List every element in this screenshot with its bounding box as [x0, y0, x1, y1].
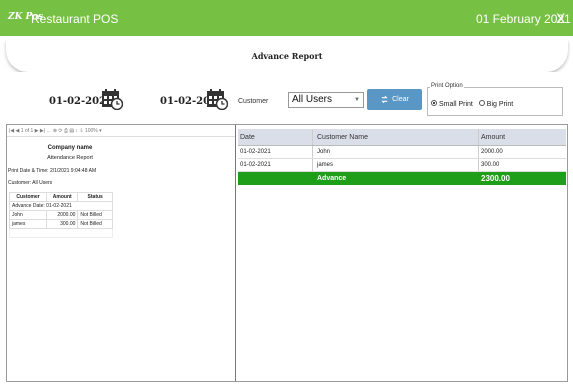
page-title: Advance Report — [251, 51, 323, 61]
page-header: Advance Report — [6, 40, 568, 72]
close-icon[interactable]: X — [556, 10, 565, 26]
calendar-icon[interactable] — [101, 88, 123, 110]
customer-label: Customer — [238, 98, 269, 105]
report-table: Customer Amount Status Advance Date: 01-… — [8, 192, 113, 238]
total-label: Advance — [317, 175, 347, 182]
clear-button-label: Clear — [392, 96, 409, 103]
column-header: Customer — [8, 192, 48, 202]
total-value: 2300.00 — [481, 174, 510, 183]
cell-customer: John — [8, 210, 48, 220]
small-print-label: Small Print — [439, 101, 473, 108]
table-row[interactable]: 01-02-2021 John 2000.00 — [238, 146, 566, 159]
title-bar: ZK Pos Restaurant POS 01 February 2021 X — [0, 0, 573, 36]
total-row: Advance 2300.00 — [238, 172, 566, 185]
blank-row — [9, 228, 113, 238]
column-header: Amount — [46, 192, 79, 202]
customer-select-value: All Users — [292, 94, 333, 105]
big-print-label: Big Print — [486, 101, 514, 108]
grid-header-amount[interactable]: Amount — [479, 129, 566, 145]
grid-header-date[interactable]: Date — [238, 129, 313, 145]
company-name: Company name — [47, 145, 93, 151]
small-print-radio[interactable] — [431, 100, 437, 107]
cell-name: John — [313, 146, 479, 158]
cell-date: 01-02-2021 — [238, 146, 313, 158]
cell-name: james — [313, 159, 479, 171]
print-datetime: Print Date & Time: 2/1/2021 9:04:48 AM — [8, 168, 97, 174]
cell-amount: 2000.00 — [46, 210, 79, 220]
cell-customer: james — [8, 219, 48, 229]
clear-button[interactable]: Clear — [367, 89, 422, 110]
grid-header-customer-name[interactable]: Customer Name — [313, 129, 479, 145]
big-print-radio[interactable] — [478, 100, 485, 107]
chevron-down-icon: ▼ — [354, 97, 360, 103]
customer-filter-line: Customer: All Users — [8, 180, 53, 186]
grid-header-row: Date Customer Name Amount — [238, 129, 566, 146]
cell-amount: 300.00 — [481, 162, 500, 168]
column-header: Status — [77, 192, 113, 202]
cell-status: Not Billed — [77, 210, 113, 220]
print-option-group: Print Option Small Print Big Print — [427, 83, 563, 116]
cell-date: 01-02-2021 — [238, 159, 313, 171]
cell-amount: 300.00 — [46, 219, 79, 229]
report-title: Attendance Report — [47, 155, 93, 161]
filter-bar: 01-02-2021 01-02-2021 Customer All Users… — [0, 72, 573, 124]
advance-grid: Date Customer Name Amount 01-02-2021 Joh… — [238, 129, 566, 185]
print-option-label: Print Option — [430, 83, 464, 89]
table-row: james 300.00 Not Billed — [8, 219, 113, 229]
table-row: John 2000.00 Not Billed — [8, 210, 113, 220]
report-content: |◀ ◀ 1 of 1 ▶ ▶| ← ⊗ ⟳ ⎙ ▤ ↕ ⇩ 100% ▾ Co… — [6, 124, 568, 382]
app-title: Restaurant POS — [31, 12, 119, 26]
cell-amount: 2000.00 — [481, 149, 503, 155]
report-viewer-toolbar[interactable]: |◀ ◀ 1 of 1 ▶ ▶| ← ⊗ ⟳ ⎙ ▤ ↕ ⇩ 100% ▾ — [7, 125, 235, 137]
cell-status: Not Billed — [77, 219, 113, 229]
table-row[interactable]: 01-02-2021 james 300.00 — [238, 159, 566, 172]
clear-icon — [381, 95, 388, 104]
report-page: Company name Attendance Report Print Dat… — [7, 145, 133, 238]
advance-date-line: Advance Date: 01-02-2021 — [9, 201, 113, 211]
report-viewer[interactable]: |◀ ◀ 1 of 1 ▶ ▶| ← ⊗ ⟳ ⎙ ▤ ↕ ⇩ 100% ▾ Co… — [7, 125, 236, 381]
customer-select[interactable]: All Users ▼ — [288, 92, 364, 108]
calendar-icon[interactable] — [206, 88, 228, 110]
